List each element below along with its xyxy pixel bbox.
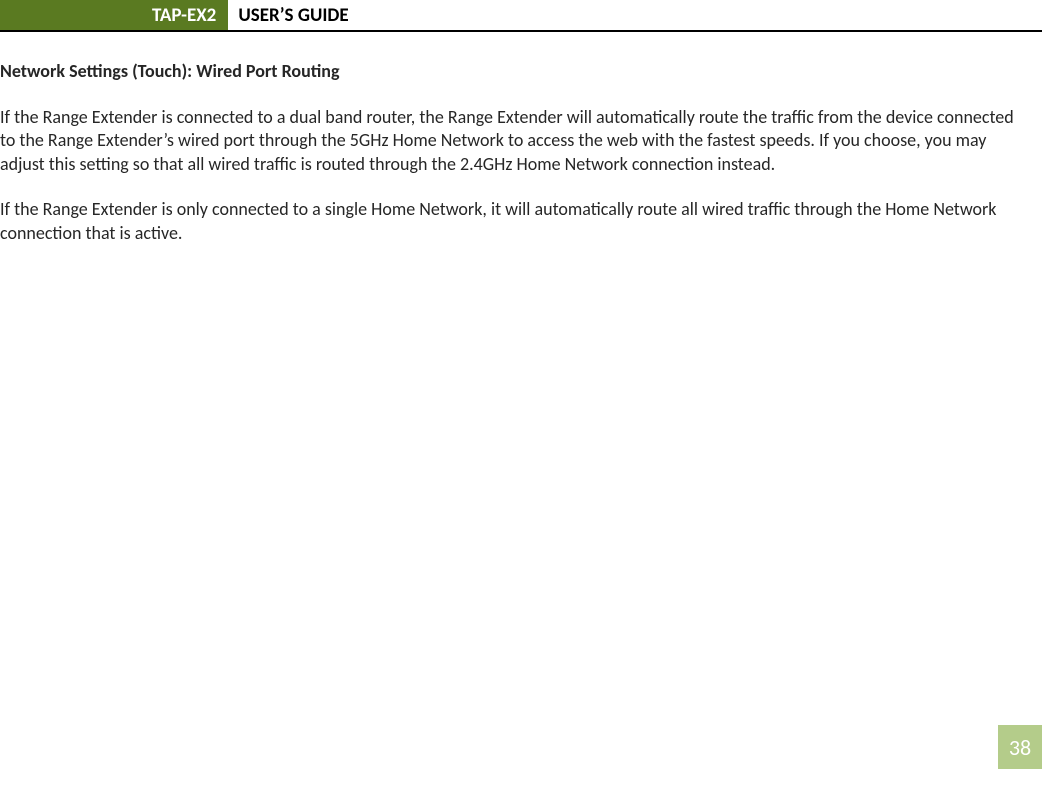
document-title: USER’S GUIDE bbox=[228, 0, 348, 30]
body-paragraph-2: If the Range Extender is only connected … bbox=[0, 198, 1020, 245]
document-title-text: USER’S GUIDE bbox=[238, 4, 348, 27]
header-accent-bar bbox=[0, 0, 140, 30]
page-content: Network Settings (Touch): Wired Port Rou… bbox=[0, 32, 1042, 245]
page-number: 38 bbox=[998, 725, 1042, 769]
product-name: TAP-EX2 bbox=[152, 4, 216, 27]
body-paragraph-1: If the Range Extender is connected to a … bbox=[0, 106, 1020, 176]
section-heading: Network Settings (Touch): Wired Port Rou… bbox=[0, 60, 1042, 82]
document-header: TAP-EX2 USER’S GUIDE bbox=[0, 0, 1042, 32]
page-number-text: 38 bbox=[1009, 734, 1031, 761]
product-badge: TAP-EX2 bbox=[140, 0, 228, 30]
